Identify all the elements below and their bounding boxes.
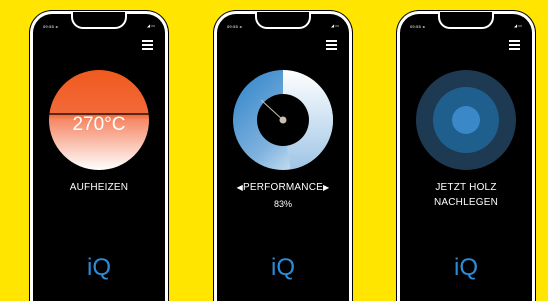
signal-battery-icon: ◢ ▭ xyxy=(514,23,522,28)
temperature-value: 270°C xyxy=(72,114,126,135)
pulse-target xyxy=(414,68,518,177)
signal-battery-icon: ◢ ▭ xyxy=(147,23,155,28)
menu-icon[interactable] xyxy=(326,40,337,52)
iq-logo: iQ xyxy=(271,254,295,281)
menu-icon[interactable] xyxy=(142,40,153,52)
temperature-gauge: 270°C xyxy=(47,68,151,177)
iq-logo: iQ xyxy=(454,254,478,281)
needle-hub xyxy=(279,116,287,124)
iq-logo: iQ xyxy=(87,254,111,281)
status-label-line1: JETZT HOLZ xyxy=(435,182,497,193)
status-icons: ◢ ▭ xyxy=(147,23,155,28)
status-time: 09:55 ◂ xyxy=(410,24,425,29)
status-label: AUFHEIZEN xyxy=(69,182,129,193)
performance-value: 83% xyxy=(273,199,292,209)
phone-notch xyxy=(255,13,311,29)
status-label: PERFORMANCE xyxy=(243,182,323,193)
performance-selector: ◀PERFORMANCE▶ xyxy=(217,182,349,193)
phone-notch xyxy=(71,13,127,29)
phone-notch xyxy=(438,13,494,29)
status-label-line2: NACHLEGEN xyxy=(433,197,499,208)
triangle-right-icon[interactable]: ▶ xyxy=(323,183,329,192)
phone-performance: 09:55 ◂ ◢ ▭ ◀PERFORMANCE▶ 83% iQ xyxy=(214,11,352,301)
status-icons: ◢ ▭ xyxy=(514,23,522,28)
performance-ring xyxy=(231,68,335,177)
pulse-inner-circle xyxy=(452,106,480,134)
menu-icon[interactable] xyxy=(509,40,520,52)
signal-battery-icon: ◢ ▭ xyxy=(331,23,339,28)
phone-heating: 09:55 ◂ ◢ ▭ 270°C AUFHEIZEN iQ xyxy=(30,11,168,301)
status-time: 09:55 ◂ xyxy=(43,24,58,29)
status-icons: ◢ ▭ xyxy=(331,23,339,28)
phone-add-wood: 09:55 ◂ ◢ ▭ JETZT HOLZ NACHLEGEN iQ xyxy=(397,11,535,301)
status-time: 09:55 ◂ xyxy=(227,24,242,29)
